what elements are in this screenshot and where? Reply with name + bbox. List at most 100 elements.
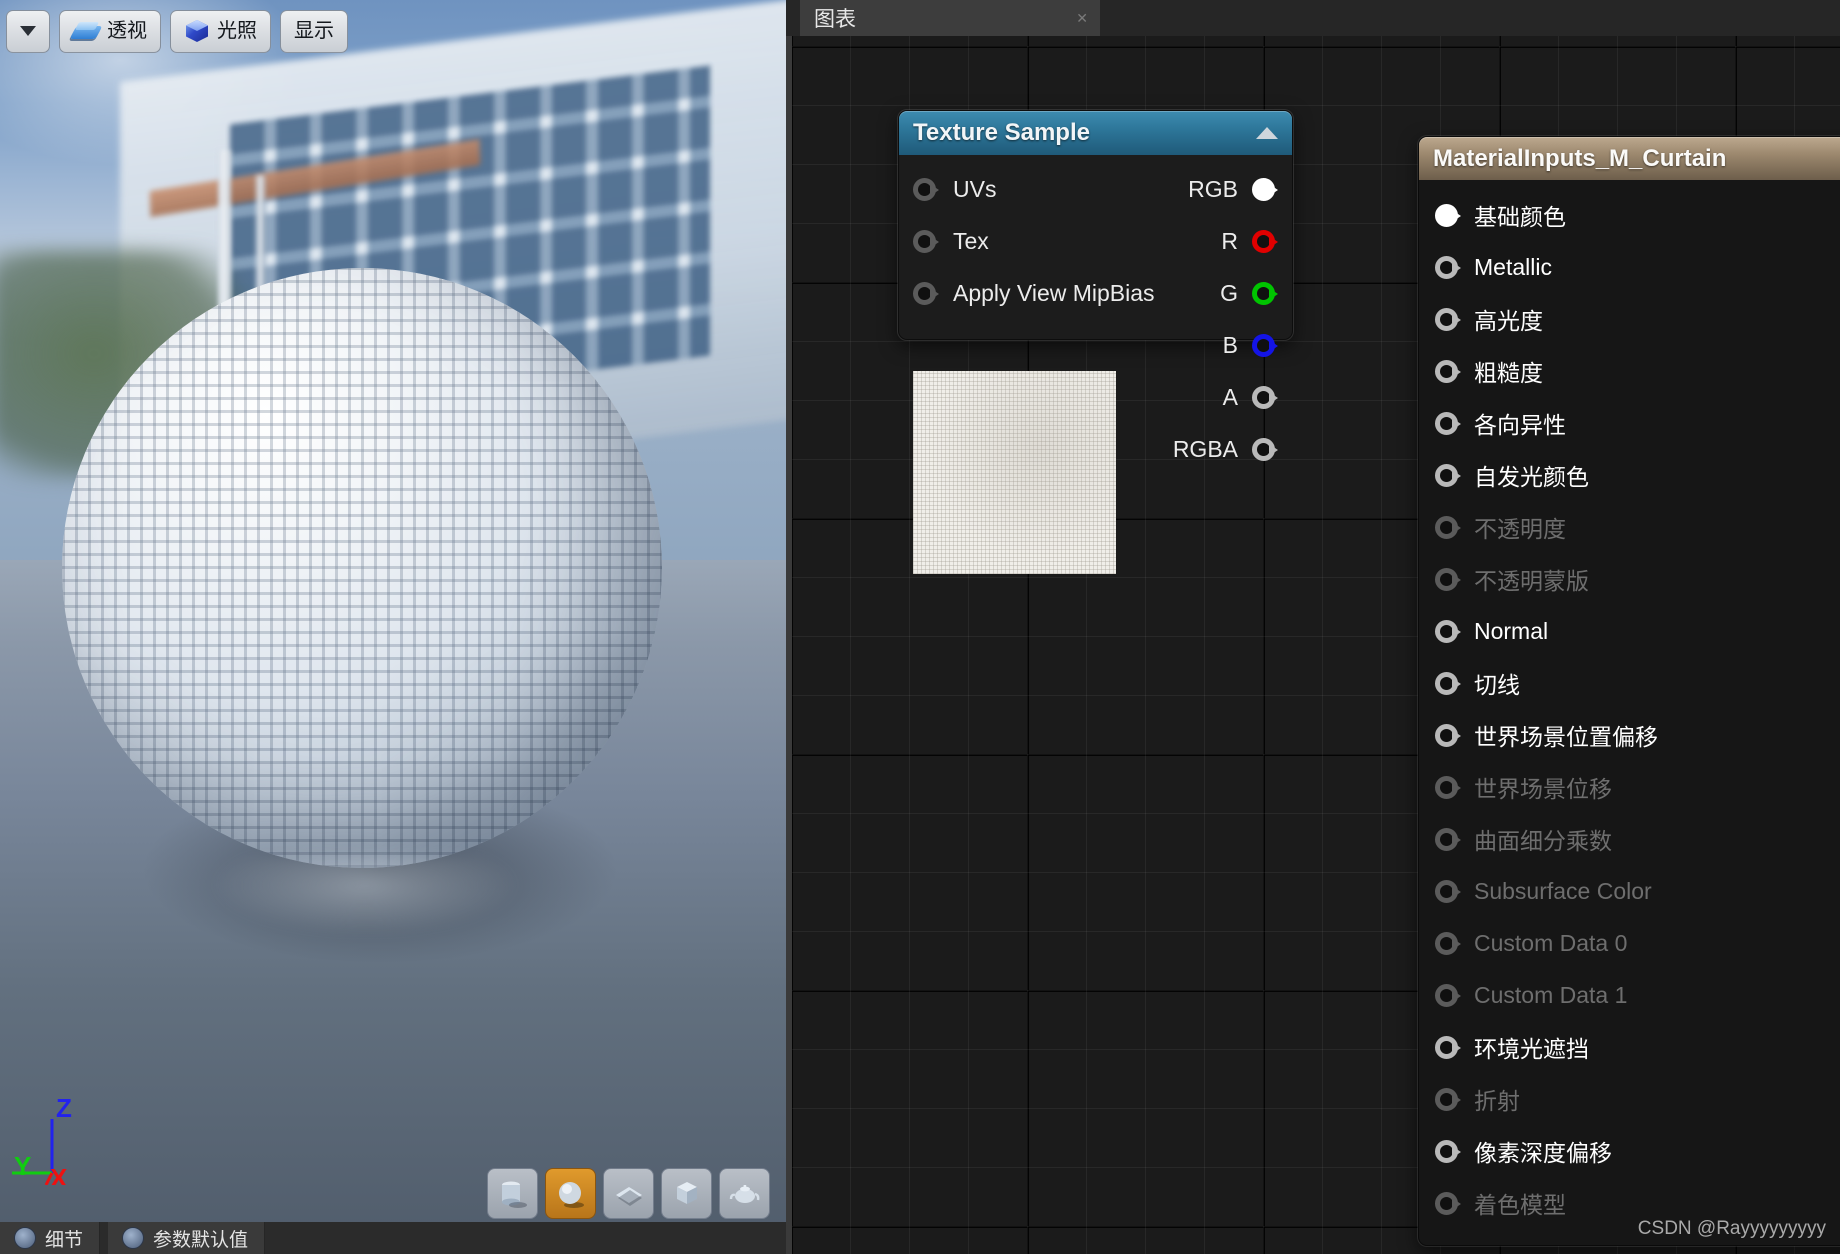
material-input-row[interactable]: Subsurface Color	[1419, 865, 1840, 917]
material-input-label: 世界场景位移	[1474, 776, 1612, 802]
tab-parameter-defaults[interactable]: 参数默认值	[108, 1222, 266, 1254]
material-input-pin[interactable]	[1435, 1087, 1461, 1111]
chevron-down-icon	[20, 26, 36, 36]
material-input-row[interactable]: 不透明度	[1419, 501, 1840, 553]
primitive-cube[interactable]	[661, 1168, 712, 1219]
material-preview-viewport[interactable]: 透视 光照 显示 Z Y X 细节 参数默认值	[0, 0, 786, 1254]
material-input-row[interactable]: Normal	[1419, 605, 1840, 657]
material-input-row[interactable]: Metallic	[1419, 241, 1840, 293]
axis-gizmo: Z Y X	[12, 1095, 72, 1185]
node-texture-sample-header[interactable]: Texture Sample	[899, 111, 1292, 155]
node-material-inputs-header[interactable]: MaterialInputs_M_Curtain	[1419, 137, 1840, 180]
node-texture-sample[interactable]: Texture Sample UVs Tex Apply View MipBia	[898, 110, 1293, 574]
material-input-label: Custom Data 1	[1474, 981, 1628, 1008]
plane-icon	[615, 1186, 642, 1206]
close-icon[interactable]: ✕	[1076, 11, 1088, 25]
viewport-bottom-tabbar: 细节 参数默认值	[0, 1222, 786, 1254]
material-input-pin[interactable]	[1435, 671, 1461, 695]
node-texture-sample-body: UVs Tex Apply View MipBias RGB R G B A R…	[899, 155, 1292, 574]
material-input-row[interactable]: 像素深度偏移	[1419, 1125, 1840, 1177]
material-input-label: 高光度	[1474, 308, 1543, 334]
pin-row-b[interactable]: B	[1032, 319, 1292, 371]
material-input-row[interactable]: Custom Data 0	[1419, 917, 1840, 969]
primitive-sphere[interactable]	[545, 1168, 596, 1219]
material-input-pin[interactable]	[1435, 1035, 1461, 1059]
material-input-row[interactable]: 粗糙度	[1419, 345, 1840, 397]
material-input-pin[interactable]	[1435, 723, 1461, 747]
material-input-pin[interactable]	[1435, 567, 1461, 591]
view-options-dropdown[interactable]	[6, 9, 50, 53]
perspective-button[interactable]: 透视	[59, 9, 161, 53]
material-input-label: 各向异性	[1474, 412, 1566, 438]
watermark-text: CSDN @Rayyyyyyyyy	[1637, 1218, 1826, 1239]
tab-details-label: 细节	[45, 1229, 84, 1251]
preview-sphere-mesh[interactable]	[62, 268, 662, 868]
output-pin-rgba[interactable]	[1252, 437, 1278, 461]
material-input-row[interactable]: Custom Data 1	[1419, 969, 1840, 1021]
output-pin-g[interactable]	[1252, 281, 1278, 305]
material-input-label: Custom Data 0	[1474, 929, 1628, 956]
material-input-row[interactable]: 环境光遮挡	[1419, 1021, 1840, 1073]
material-input-label: Subsurface Color	[1474, 877, 1652, 904]
perspective-icon	[73, 21, 100, 41]
output-pin-rgb[interactable]	[1252, 177, 1278, 201]
primitive-plane[interactable]	[603, 1168, 654, 1219]
material-input-pin[interactable]	[1435, 619, 1461, 643]
material-input-row[interactable]: 高光度	[1419, 293, 1840, 345]
output-pin-r[interactable]	[1252, 229, 1278, 253]
tab-graph[interactable]: 图表 ✕	[800, 0, 1100, 36]
material-input-row[interactable]: 基础颜色	[1419, 189, 1840, 241]
input-pin-uvs[interactable]	[913, 177, 939, 201]
material-input-pin[interactable]	[1435, 307, 1461, 331]
node-material-inputs[interactable]: MaterialInputs_M_Curtain 基础颜色 Metallic 高光度…	[1418, 136, 1840, 1246]
material-input-pin[interactable]	[1435, 203, 1461, 227]
material-input-pin[interactable]	[1435, 931, 1461, 955]
parameter-defaults-tab-icon	[122, 1227, 145, 1249]
preview-shape-toolbar	[487, 1168, 770, 1219]
primitive-teapot[interactable]	[719, 1168, 770, 1219]
material-input-row[interactable]: 各向异性	[1419, 397, 1840, 449]
output-pin-a[interactable]	[1252, 385, 1278, 409]
lit-button[interactable]: 光照	[170, 9, 271, 53]
material-input-label: Metallic	[1474, 253, 1552, 280]
show-button-label: 显示	[294, 20, 334, 42]
primitive-cylinder[interactable]	[487, 1168, 538, 1219]
material-input-pin[interactable]	[1435, 983, 1461, 1007]
material-input-row[interactable]: 自发光颜色	[1419, 449, 1840, 501]
material-input-pin[interactable]	[1435, 775, 1461, 799]
material-input-row[interactable]: 不透明蒙版	[1419, 553, 1840, 605]
output-label-rgba: RGBA	[1172, 435, 1238, 462]
material-graph-panel[interactable]: 图表 ✕ Texture Sample UVs Tex Apply View M…	[786, 0, 1840, 1254]
triangle-up-icon[interactable]	[1256, 127, 1278, 139]
material-input-pin[interactable]	[1435, 1139, 1461, 1163]
material-input-label: 折射	[1474, 1088, 1520, 1114]
material-input-pin[interactable]	[1435, 411, 1461, 435]
material-input-pin[interactable]	[1435, 255, 1461, 279]
material-input-row[interactable]: 世界场景位置偏移	[1419, 709, 1840, 761]
viewport-ground-reflection	[150, 855, 580, 995]
pin-row-r[interactable]: R	[1032, 215, 1292, 267]
material-input-pin[interactable]	[1435, 463, 1461, 487]
tab-details[interactable]: 细节	[0, 1222, 101, 1254]
material-input-label: 像素深度偏移	[1474, 1140, 1612, 1166]
pin-row-rgb[interactable]: RGB	[1032, 163, 1292, 215]
pin-row-g[interactable]: G	[1032, 267, 1292, 319]
material-input-row[interactable]: 曲面细分乘数	[1419, 813, 1840, 865]
svg-text:Z: Z	[56, 1095, 72, 1123]
material-input-row[interactable]: 折射	[1419, 1073, 1840, 1125]
material-input-pin[interactable]	[1435, 1191, 1461, 1215]
material-input-row[interactable]: 切线	[1419, 657, 1840, 709]
graph-canvas[interactable]: Texture Sample UVs Tex Apply View MipBia	[786, 36, 1840, 1254]
material-input-row[interactable]: 世界场景位移	[1419, 761, 1840, 813]
input-pin-apply-view-mipbias[interactable]	[913, 281, 939, 305]
pin-row-rgba[interactable]: RGBA	[1032, 423, 1292, 475]
material-input-pin[interactable]	[1435, 359, 1461, 383]
show-button[interactable]: 显示	[280, 9, 348, 53]
material-input-pin[interactable]	[1435, 515, 1461, 539]
pin-row-a[interactable]: A	[1032, 371, 1292, 423]
output-pin-b[interactable]	[1252, 333, 1278, 357]
node-material-inputs-title: MaterialInputs_M_Curtain	[1433, 144, 1727, 172]
input-pin-tex[interactable]	[913, 229, 939, 253]
material-input-pin[interactable]	[1435, 879, 1461, 903]
material-input-pin[interactable]	[1435, 827, 1461, 851]
